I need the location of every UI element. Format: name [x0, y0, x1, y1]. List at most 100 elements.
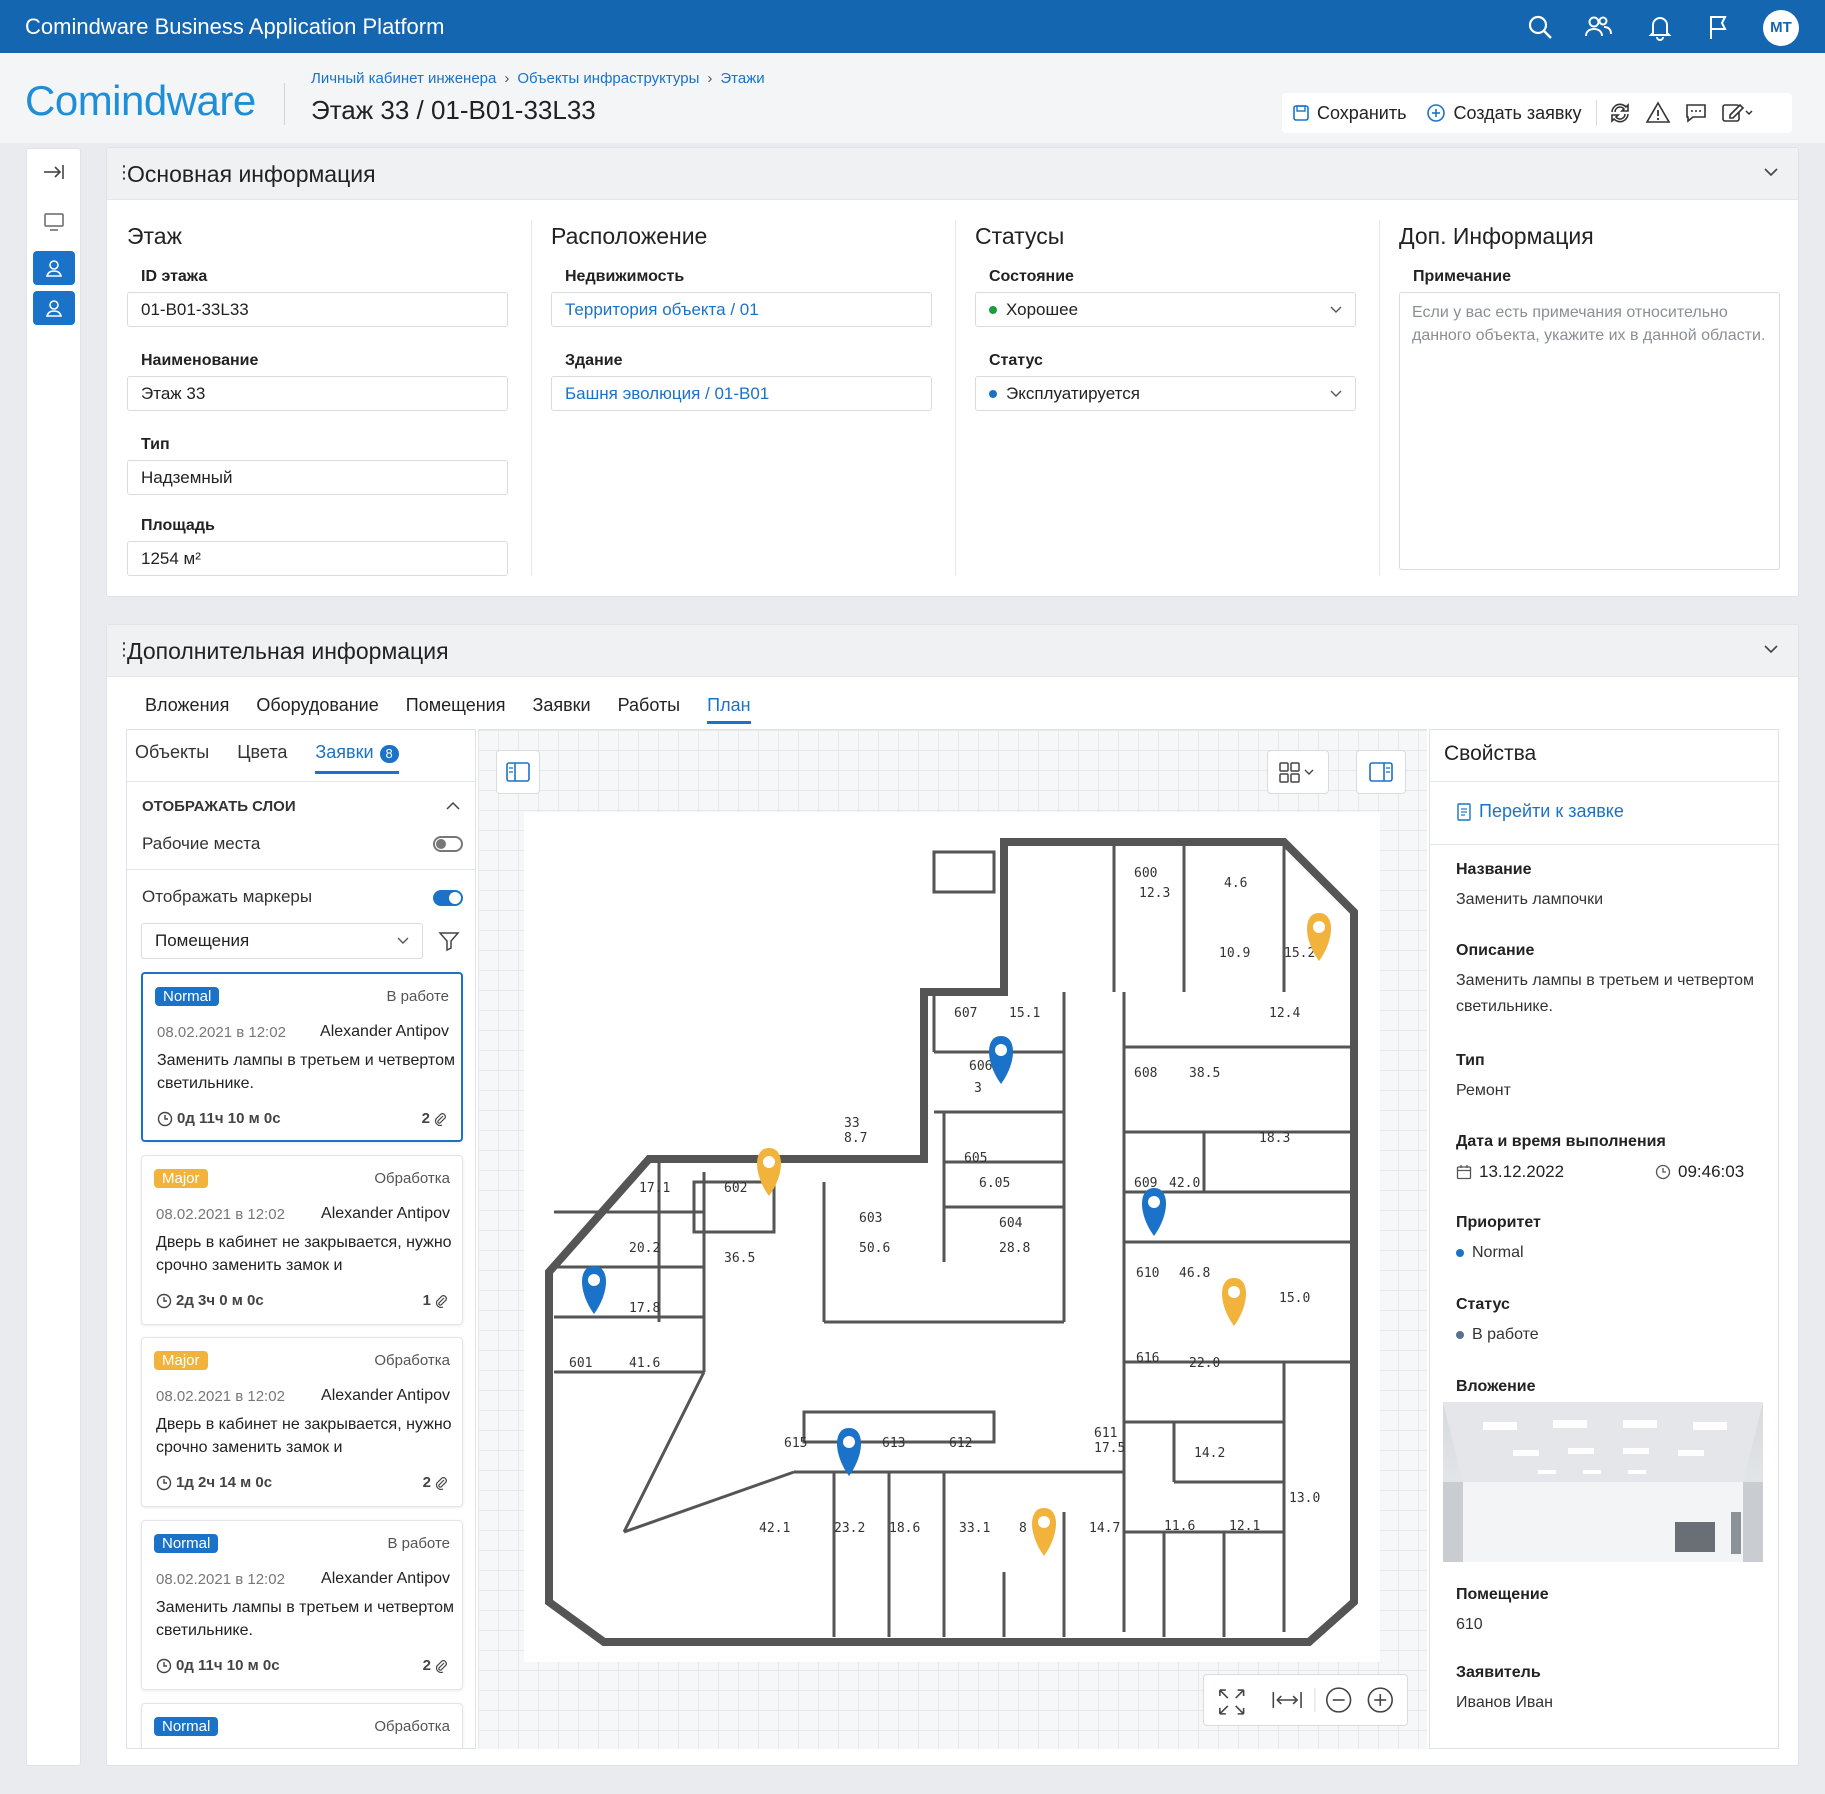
marker-filter-select[interactable]: Помещения [141, 923, 423, 959]
tab-requests[interactable]: Заявки [532, 695, 590, 724]
tab-rooms[interactable]: Помещения [406, 695, 506, 724]
card-attachments-count: 2 [422, 1474, 431, 1491]
create-request-button[interactable]: Создать заявку [1416, 103, 1591, 124]
floor-id-field[interactable]: 01-B01-33L33 [127, 292, 508, 327]
layout-grid-button[interactable] [1267, 750, 1329, 794]
room-602-number: 602 [724, 1181, 747, 1196]
floor-plan[interactable]: 60012.3 4.6 10.9 15.2 607 15.1 12.4 6063 … [524, 812, 1380, 1662]
fit-screen-icon[interactable] [1219, 1689, 1245, 1715]
card-timer-value: 0д 11ч 10 м 0с [177, 1110, 281, 1127]
request-card[interactable]: Major Обработка 08.02.2021 в 12:02 Alexa… [141, 1337, 463, 1507]
priority-dot [1456, 1249, 1464, 1257]
toggle-left-panel-button[interactable] [496, 750, 540, 794]
subtab-requests[interactable]: Заявки 8 [315, 742, 399, 774]
floor-plan-area[interactable]: 600 12.3 4.6 10.9 15.2 607 15.1 12.4 606 3 … [478, 729, 1427, 1749]
floor-column-title: Этаж [127, 223, 182, 249]
chevron-up-icon[interactable] [445, 801, 461, 811]
room-606-area: 3 [974, 1081, 982, 1096]
engineer-nav-button[interactable] [33, 251, 75, 285]
subtab-colors[interactable]: Цвета [237, 742, 287, 774]
room-area: 17.1 [639, 1181, 670, 1196]
toggle-right-panel-button[interactable] [1356, 750, 1406, 794]
status-label: Статус [989, 352, 1043, 369]
save-button[interactable]: Сохранить [1282, 103, 1416, 124]
breadcrumb: Личный кабинет инженера › Объекты инфрас… [311, 70, 765, 87]
warning-icon[interactable] [1645, 100, 1671, 126]
users-icon[interactable] [1583, 12, 1613, 42]
room-611-number: 611 [1094, 1426, 1117, 1441]
attachment-image[interactable] [1443, 1402, 1763, 1562]
tab-equipment[interactable]: Оборудование [256, 695, 378, 724]
chevron-down-icon[interactable] [1762, 166, 1780, 178]
breadcrumb-item[interactable]: Личный кабинет инженера [311, 70, 496, 87]
room-area: 13.0 [1289, 1491, 1320, 1506]
card-attachments: 2 [423, 1474, 448, 1491]
room-609-area: 42.0 [1169, 1176, 1200, 1191]
plus-circle-icon [1427, 104, 1446, 122]
room-616-area: 22.0 [1189, 1356, 1220, 1371]
arrow-to-right-icon [44, 165, 64, 179]
user-avatar[interactable]: МТ [1763, 10, 1799, 46]
room-area: 15.2 [1284, 946, 1315, 961]
chevron-down-icon [1330, 306, 1342, 313]
edit-icon[interactable] [1721, 100, 1755, 126]
flag-icon[interactable] [1703, 12, 1733, 42]
comment-icon[interactable] [1683, 100, 1709, 126]
note-textarea[interactable]: Если у вас есть примечания относительно … [1399, 292, 1780, 570]
prop-status-value: В работе [1472, 1326, 1539, 1343]
request-card[interactable]: Normal В работе 08.02.2021 в 12:02 Alexa… [141, 1520, 463, 1690]
card-attachments-count: 1 [422, 1292, 431, 1309]
search-icon[interactable] [1525, 12, 1555, 42]
chevron-right-icon: › [504, 70, 510, 87]
room-606-number: 606 [969, 1059, 992, 1074]
chevron-down-icon[interactable] [1762, 643, 1780, 655]
building-link-field[interactable]: Башня эволюция / 01-B01 [551, 376, 932, 411]
workplaces-label: Рабочие места [142, 834, 261, 853]
tab-plan[interactable]: План [707, 695, 751, 724]
property-link-field[interactable]: Территория объекта / 01 [551, 292, 932, 327]
profile-nav-button[interactable] [33, 291, 75, 325]
prop-type-label: Тип [1456, 1052, 1485, 1069]
prop-attachment-label: Вложение [1456, 1378, 1536, 1395]
filter-icon[interactable] [437, 929, 461, 953]
zoom-out-icon[interactable] [1325, 1687, 1352, 1713]
fit-width-icon[interactable] [1272, 1692, 1302, 1708]
floor-type-field[interactable]: Надземный [127, 460, 508, 495]
request-card[interactable]: Major Обработка 08.02.2021 в 12:02 Alexa… [141, 1155, 463, 1325]
room-615-number: 615 [784, 1436, 807, 1451]
floor-name-field[interactable]: Этаж 33 [127, 376, 508, 411]
breadcrumb-item[interactable]: Этажи [720, 70, 764, 87]
markers-toggle[interactable] [433, 890, 463, 906]
monitor-nav-button[interactable] [33, 205, 75, 239]
status-select[interactable]: Эксплуатируется [975, 376, 1356, 411]
goto-request-link[interactable]: Перейти к заявке [1456, 801, 1624, 822]
room-area: 15.0 [1279, 1291, 1310, 1306]
expand-rail-button[interactable] [33, 155, 75, 189]
state-select[interactable]: Хорошее [975, 292, 1356, 327]
panel-subtabs: Объекты Цвета Заявки 8 [135, 742, 399, 774]
prop-requester-label: Заявитель [1456, 1664, 1541, 1681]
toolbar: Сохранить Создать заявку [1282, 93, 1792, 133]
request-card[interactable]: Normal Обработка [141, 1703, 463, 1748]
status-dot [1456, 1331, 1464, 1339]
user-badge-icon [45, 260, 63, 277]
refresh-icon[interactable] [1607, 100, 1633, 126]
floor-area-field[interactable]: 1254 м² [127, 541, 508, 576]
tab-attachments[interactable]: Вложения [145, 695, 229, 724]
tab-works[interactable]: Работы [618, 695, 681, 724]
room-611-area: 17.5 [1094, 1441, 1125, 1456]
prop-type-value: Ремонт [1456, 1082, 1511, 1099]
main-info-header[interactable]: ⋮ Основная информация [107, 148, 1798, 200]
property-label: Недвижимость [565, 268, 685, 285]
toolbar-divider [1595, 100, 1597, 126]
extra-info-header[interactable]: ⋮ Дополнительная информация [107, 625, 1798, 677]
right-sidebar-icon [1369, 762, 1393, 782]
subtab-objects[interactable]: Объекты [135, 742, 209, 774]
card-timer: 2д 3ч 0 м 0с [156, 1292, 264, 1309]
request-card[interactable]: Normal В работе 08.02.2021 в 12:02 Alexa… [141, 972, 463, 1142]
clock-icon [156, 1293, 172, 1308]
bell-icon[interactable] [1645, 12, 1675, 42]
breadcrumb-item[interactable]: Объекты инфраструктуры [517, 70, 699, 87]
zoom-in-icon[interactable] [1367, 1687, 1393, 1713]
workplaces-toggle[interactable] [433, 836, 463, 852]
